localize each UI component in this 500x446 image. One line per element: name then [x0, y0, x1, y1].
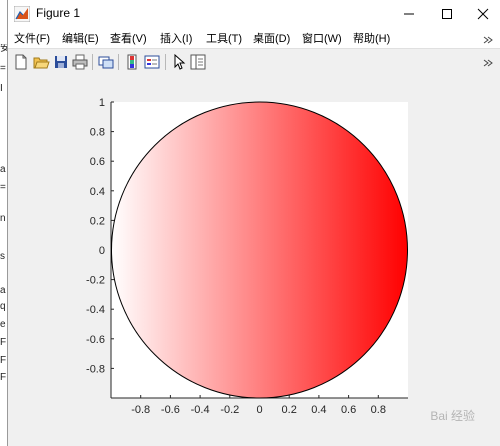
background-text-char: a [0, 165, 6, 175]
x-tick-label: -0.4 [191, 404, 210, 416]
figure-canvas: -0.8 -0.6 -0.4 -0.2 0 0.2 0.4 0.6 0.8 1 0.8 0.6 0.4… [8, 75, 500, 446]
menu-edit[interactable]: 编辑(E) [62, 30, 99, 46]
menu-file[interactable]: 文件(F) [14, 30, 50, 46]
menu-bar: 文件(F) 编辑(E) 查看(V) 插入(I) 工具(T) 桌面(D) 窗口(W… [8, 28, 500, 48]
y-tick-label: 1 [99, 97, 105, 109]
background-text-char: F [0, 356, 7, 366]
background-text-char: F [0, 338, 7, 348]
save-icon[interactable] [52, 53, 70, 71]
menu-tools[interactable]: 工具(T) [206, 30, 242, 46]
background-text-char: F [0, 373, 7, 383]
x-tick-label: -0.6 [161, 404, 180, 416]
y-tick-label: 0.6 [90, 156, 105, 168]
background-text-char: 安 [0, 44, 7, 54]
x-tick-label: 0.8 [371, 404, 386, 416]
y-tick-label: 0 [99, 245, 105, 257]
y-tick-label: -0.6 [86, 334, 105, 346]
background-text-char: q [0, 302, 6, 312]
background-text-char: = [0, 183, 6, 193]
toolbar-separator [92, 54, 93, 70]
y-tick-label: -0.2 [86, 275, 105, 287]
y-tick-label: 0.8 [90, 127, 105, 139]
toolbar-overflow-icon[interactable] [483, 55, 493, 73]
minimize-button[interactable] [391, 0, 427, 28]
menu-desktop[interactable]: 桌面(D) [253, 30, 290, 46]
figure-window: Figure 1 文件(F) 编辑(E) 查看(V) 插入(I) 工具(T) 桌… [7, 0, 500, 446]
toolbar-separator [118, 54, 119, 70]
window-title: Figure 1 [36, 6, 81, 20]
print-icon[interactable] [71, 53, 89, 71]
background-text-char: s [0, 252, 5, 262]
x-tick-label: 0.2 [282, 404, 297, 416]
watermark-text: Bai 经验 [430, 409, 475, 423]
y-tick-label: 0.2 [90, 215, 105, 227]
y-tick-label: -0.8 [86, 363, 105, 375]
background-text-char: n [0, 214, 6, 224]
x-tick-label: 0 [256, 404, 262, 416]
menu-window[interactable]: 窗口(W) [302, 30, 342, 46]
property-inspector-icon[interactable] [189, 53, 207, 71]
circle-plot[interactable]: -0.8 -0.6 -0.4 -0.2 0 0.2 0.4 0.6 0.8 1 0.8 0.6 0.4… [8, 75, 500, 446]
x-tick-label: -0.8 [131, 404, 150, 416]
y-tick-label: -0.4 [86, 304, 105, 316]
edit-plot-pointer-icon[interactable] [170, 53, 188, 71]
menu-help[interactable]: 帮助(H) [353, 30, 390, 46]
background-text-char: = [0, 64, 6, 74]
x-tick-label: 0.6 [341, 404, 356, 416]
filled-circle [111, 101, 408, 399]
background-text-char: e [0, 320, 6, 330]
maximize-icon [441, 8, 453, 20]
minimize-icon [403, 8, 415, 20]
x-tick-label: 0.4 [311, 404, 326, 416]
link-plot-icon[interactable] [97, 53, 115, 71]
background-text-char: I [0, 84, 3, 94]
insert-colorbar-icon[interactable] [123, 53, 141, 71]
open-file-icon[interactable] [32, 53, 50, 71]
background-text-char: a [0, 286, 6, 296]
maximize-button[interactable] [429, 0, 465, 28]
matlab-figure-icon [13, 5, 31, 23]
menu-insert[interactable]: 插入(I) [160, 30, 192, 46]
y-tick-label: 0.4 [90, 186, 105, 198]
new-figure-icon[interactable] [12, 53, 30, 71]
insert-legend-icon[interactable] [143, 53, 161, 71]
x-tick-label: -0.2 [220, 404, 239, 416]
figure-toolbar [8, 48, 500, 76]
menu-view[interactable]: 查看(V) [110, 30, 147, 46]
title-bar[interactable]: Figure 1 [8, 0, 500, 28]
close-button[interactable] [465, 0, 500, 28]
close-icon [477, 8, 489, 20]
toolbar-separator [165, 54, 166, 70]
